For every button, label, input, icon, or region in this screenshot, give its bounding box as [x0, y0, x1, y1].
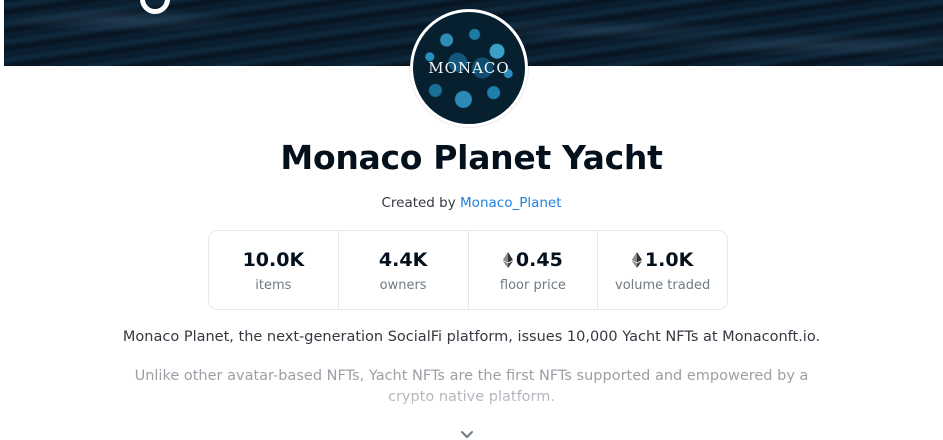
- stat-label: volume traded: [615, 278, 711, 293]
- created-by-label: Created by: [381, 195, 456, 211]
- stat-label: floor price: [499, 278, 566, 293]
- stat-value-text: 10.0K: [242, 249, 305, 271]
- stat-value: 10.0K: [243, 247, 305, 273]
- stat-volume-traded[interactable]: 1.0K volume traded: [598, 231, 727, 309]
- collection-description: Monaco Planet, the next-generation Socia…: [122, 329, 821, 345]
- stat-floor-price[interactable]: 0.45 floor price: [469, 231, 599, 309]
- stat-value: 1.0K: [631, 247, 694, 273]
- chevron-down-icon[interactable]: [461, 430, 473, 440]
- avatar-logo-text: MONACO: [428, 59, 510, 77]
- collection-title: Monaco Planet Yacht: [280, 138, 663, 177]
- banner-edge: [0, 0, 4, 66]
- stat-label: owners: [379, 278, 427, 293]
- stat-value-text: 1.0K: [644, 249, 694, 271]
- stat-value-text: 0.45: [515, 249, 563, 271]
- stat-items[interactable]: 10.0K items: [209, 231, 339, 309]
- creator-link[interactable]: Monaco_Planet: [460, 195, 562, 211]
- stat-value: 4.4K: [379, 247, 427, 273]
- ethereum-icon: [502, 252, 513, 268]
- banner-logo-ring-icon: [140, 0, 170, 14]
- created-by-line: Created by Monaco_Planet: [0, 195, 943, 211]
- collection-page: MONACO Monaco Planet Yacht Created by Mo…: [0, 0, 943, 440]
- collection-avatar[interactable]: MONACO: [410, 9, 528, 127]
- stat-owners[interactable]: 4.4K owners: [339, 231, 469, 309]
- collection-stats: 10.0K items 4.4K owners 0.45 floor price: [208, 230, 728, 310]
- stat-value-text: 4.4K: [378, 249, 428, 271]
- stat-label: items: [255, 278, 292, 293]
- collection-description-more: Unlike other avatar-based NFTs, Yacht NF…: [134, 368, 809, 405]
- ethereum-icon: [631, 252, 642, 268]
- stat-value: 0.45: [502, 247, 563, 273]
